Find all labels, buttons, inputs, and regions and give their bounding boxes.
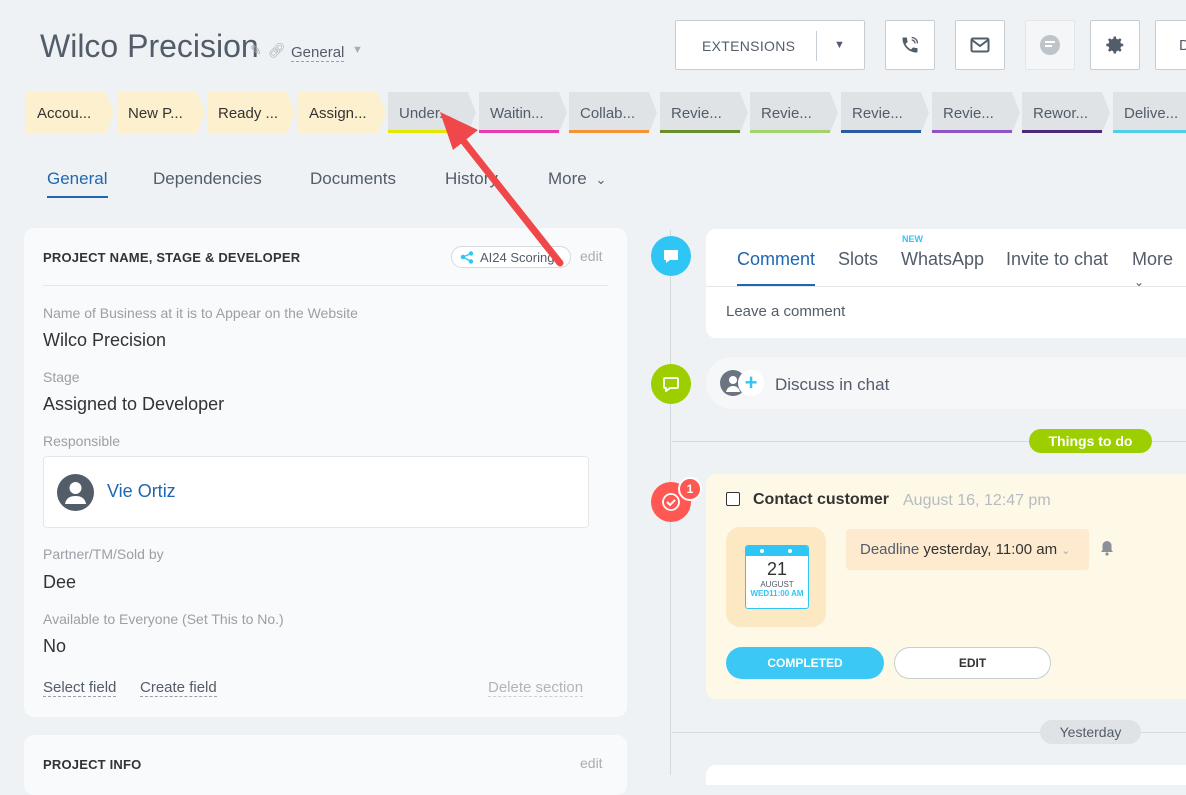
- calendar-widget: 21 AUGUST WED11:00 AM: [745, 545, 809, 609]
- tab-more[interactable]: More ⌄: [548, 169, 606, 189]
- comment-icon: [651, 236, 691, 276]
- tab-history[interactable]: History: [445, 169, 498, 189]
- things-to-do-badge: Things to do: [1029, 429, 1152, 453]
- tab-more-label: More: [548, 169, 587, 188]
- calendar-weekday: WED11:00 AM: [750, 589, 804, 598]
- select-field-link[interactable]: Select field: [43, 679, 117, 697]
- more-actions-label: D: [1179, 37, 1186, 54]
- category-selector[interactable]: General: [291, 44, 345, 62]
- stage-item[interactable]: Revie...: [750, 92, 838, 133]
- todo-checkbox[interactable]: [726, 492, 740, 506]
- tab-whatsapp[interactable]: WhatsApp: [901, 249, 984, 270]
- chevron-down-icon: ⌄: [1061, 545, 1071, 557]
- field-label: Responsible: [43, 433, 121, 449]
- comment-input[interactable]: Leave a comment: [726, 303, 845, 320]
- stage-item[interactable]: Collab...: [569, 92, 657, 133]
- field-label: Partner/TM/Sold by: [43, 546, 164, 562]
- stage-item[interactable]: Revie...: [932, 92, 1020, 133]
- pencil-icon[interactable]: ✎: [250, 42, 262, 58]
- tab-documents[interactable]: Documents: [310, 169, 396, 189]
- discuss-label: Discuss in chat: [775, 375, 890, 394]
- yesterday-badge: Yesterday: [1040, 720, 1141, 744]
- deadline-label: Deadline: [860, 541, 920, 558]
- deadline-selector[interactable]: Deadline yesterday, 11:00 am ⌄: [846, 529, 1089, 570]
- field-value: Wilco Precision: [43, 330, 167, 350]
- chevron-down-icon[interactable]: ▼: [352, 44, 363, 56]
- ai-network-icon: [460, 251, 474, 264]
- card-title: PROJECT NAME, STAGE & DEVELOPER: [43, 250, 301, 265]
- tab-dependencies[interactable]: Dependencies: [153, 169, 262, 189]
- more-actions-button[interactable]: D: [1155, 20, 1186, 70]
- user-icon: [65, 482, 86, 504]
- chevron-down-icon[interactable]: ▼: [834, 39, 845, 51]
- page-title: Wilco Precision: [40, 28, 259, 64]
- tab-invite-to-chat[interactable]: Invite to chat: [1006, 249, 1108, 270]
- edit-link[interactable]: edit: [580, 755, 603, 771]
- gear-icon: [1106, 36, 1124, 54]
- stage-item[interactable]: Delive...: [1113, 92, 1186, 133]
- new-badge: NEW: [902, 234, 923, 244]
- mail-button[interactable]: [955, 20, 1005, 70]
- calendar-month: AUGUST: [760, 580, 794, 589]
- delete-section-link[interactable]: Delete section: [488, 679, 584, 697]
- bell-icon[interactable]: [1100, 540, 1114, 561]
- divider: [816, 31, 817, 61]
- tab-more-label: More: [1132, 249, 1174, 269]
- field-label: Name of Business at it is to Appear on t…: [43, 305, 358, 321]
- phone-button[interactable]: [885, 20, 935, 70]
- field-label: Stage: [43, 369, 80, 385]
- stage-item[interactable]: Revie...: [660, 92, 748, 133]
- edit-button[interactable]: EDIT: [894, 647, 1051, 679]
- edit-link[interactable]: edit: [580, 248, 603, 264]
- field-value: Assigned to Developer: [43, 394, 225, 414]
- counter-badge: 1: [678, 477, 702, 501]
- card-title: PROJECT INFO: [43, 757, 142, 772]
- tab-more[interactable]: More ⌄: [1132, 249, 1186, 291]
- calendar-day: 21: [766, 559, 788, 579]
- title-edit-icons: ✎ 🔗︎: [250, 42, 285, 59]
- chevron-down-icon: ⌄: [595, 172, 607, 187]
- stage-item[interactable]: Ready ...: [207, 92, 295, 133]
- stage-item[interactable]: Revie...: [841, 92, 929, 133]
- stage-item[interactable]: Rewor...: [1022, 92, 1110, 133]
- field-value: No: [43, 636, 67, 656]
- deadline-value: yesterday, 11:00 am: [923, 541, 1058, 558]
- active-tab-underline: [47, 196, 108, 198]
- todo-title[interactable]: Contact customer: [753, 491, 889, 509]
- stage-item[interactable]: Assign...: [298, 92, 386, 133]
- link-icon[interactable]: 🔗︎: [268, 42, 286, 58]
- responsible-name[interactable]: Vie Ortiz: [107, 481, 176, 502]
- stage-item[interactable]: Accou...: [26, 92, 114, 133]
- field-value: Dee: [43, 572, 77, 592]
- avatar[interactable]: [57, 474, 94, 511]
- settings-button[interactable]: [1090, 20, 1140, 70]
- chat-icon: [651, 364, 691, 404]
- stage-item[interactable]: New P...: [117, 92, 205, 133]
- chat-bubble-icon: [1040, 35, 1060, 55]
- stage-item[interactable]: Waitin...: [479, 92, 567, 133]
- extensions-button[interactable]: EXTENSIONS ▼: [675, 20, 865, 70]
- chat-button[interactable]: [1025, 20, 1075, 70]
- tab-slots[interactable]: Slots: [838, 249, 878, 270]
- divider: [706, 286, 1186, 287]
- field-label: Available to Everyone (Set This to No.): [43, 611, 284, 627]
- stage-item[interactable]: Under...: [388, 92, 476, 133]
- history-card: [706, 765, 1186, 785]
- todo-date: August 16, 12:47 pm: [903, 492, 1051, 509]
- tab-comment[interactable]: Comment: [737, 249, 815, 270]
- completed-button[interactable]: COMPLETED: [726, 647, 884, 679]
- tab-general[interactable]: General: [47, 169, 107, 189]
- create-field-link[interactable]: Create field: [140, 679, 217, 697]
- extensions-label: EXTENSIONS: [702, 38, 796, 54]
- ai-scoring-badge[interactable]: AI24 Scoring: [451, 246, 571, 268]
- mail-icon: [970, 37, 990, 53]
- divider: [43, 285, 608, 286]
- phone-icon: [902, 36, 919, 53]
- add-participant-icon[interactable]: +: [738, 370, 764, 396]
